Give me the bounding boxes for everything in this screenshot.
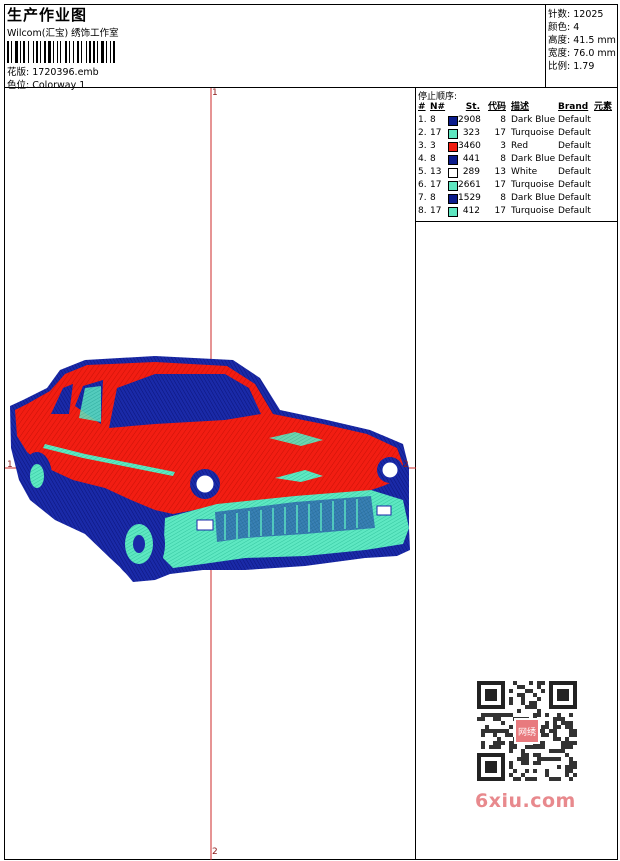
stop-row: 2. 17 323 17 Turquoise Default bbox=[416, 127, 618, 140]
color-swatch bbox=[448, 207, 458, 217]
thread-description: Dark Blue bbox=[511, 193, 556, 203]
stitch-count: 2908 bbox=[458, 115, 481, 125]
design-canvas: 1 2 1 2 bbox=[5, 88, 416, 860]
thread-code: 17 bbox=[494, 128, 506, 138]
stitch-count: 323 bbox=[462, 128, 480, 138]
color-swatch bbox=[448, 194, 458, 204]
header-info: 生产作业图 Wilcom(汇宝) 绣饰工作室 花版: 1720396.emb 色… bbox=[5, 5, 546, 91]
thread-brand: Default bbox=[558, 141, 591, 151]
stop-row: 5. 13 289 13 White Default bbox=[416, 166, 618, 179]
thread-brand: Default bbox=[558, 193, 591, 203]
thread-description: Red bbox=[511, 141, 529, 151]
marker-top: 1 bbox=[212, 88, 218, 98]
stop-number: 1. bbox=[418, 115, 427, 125]
stop-row: 6. 17 2661 17 Turquoise Default bbox=[416, 179, 618, 192]
stitch-count: 1529 bbox=[458, 193, 481, 203]
needle-number: 3 bbox=[430, 141, 436, 151]
stop-number: 7. bbox=[418, 193, 427, 203]
stop-sequence-table: 停止顺序: # N# St. 代码 描述 Brand 元素 1. 8 2908 8 Da… bbox=[416, 88, 618, 222]
color-swatch bbox=[448, 155, 458, 165]
col-needle: N# bbox=[430, 102, 446, 112]
color-swatch bbox=[448, 116, 458, 126]
stop-number: 2. bbox=[418, 128, 427, 138]
stop-number: 6. bbox=[418, 180, 427, 190]
thread-code: 13 bbox=[494, 167, 506, 177]
col-brand: Brand bbox=[558, 102, 589, 112]
thread-code: 17 bbox=[494, 206, 506, 216]
embroidery-preview bbox=[5, 88, 416, 860]
stitch-count: 289 bbox=[462, 167, 480, 177]
needle-number: 17 bbox=[430, 206, 442, 216]
marker-right: 2 bbox=[403, 460, 409, 470]
thread-code: 17 bbox=[494, 180, 506, 190]
stop-row: 7. 8 1529 8 Dark Blue Default bbox=[416, 192, 618, 205]
needle-number: 8 bbox=[430, 193, 436, 203]
thread-code: 3 bbox=[500, 141, 506, 151]
stitch-count: 441 bbox=[462, 154, 480, 164]
stop-row: 8. 17 412 17 Turquoise Default bbox=[416, 205, 618, 218]
stop-row: 1. 8 2908 8 Dark Blue Default bbox=[416, 114, 618, 127]
color-swatch bbox=[448, 168, 458, 178]
thread-brand: Default bbox=[558, 128, 591, 138]
stitch-count: 3460 bbox=[458, 141, 481, 151]
col-description: 描述 bbox=[511, 102, 530, 112]
col-element: 元素 bbox=[594, 102, 613, 112]
color-swatch bbox=[448, 129, 458, 139]
marker-bottom: 2 bbox=[212, 847, 218, 857]
car-embroidery bbox=[10, 356, 410, 582]
stop-number: 4. bbox=[418, 154, 427, 164]
page-title: 生产作业图 bbox=[7, 6, 88, 24]
stop-row: 4. 8 441 8 Dark Blue Default bbox=[416, 153, 618, 166]
design-specs: 针数: 12025 颜色: 4 高度: 41.5 mm 宽度: 76.0 mm … bbox=[546, 5, 618, 88]
stop-table-header: # N# St. 代码 描述 Brand 元素 bbox=[416, 101, 618, 114]
thread-brand: Default bbox=[558, 154, 591, 164]
barcode-icon bbox=[7, 41, 115, 63]
color-swatch bbox=[448, 142, 458, 152]
stop-number: 5. bbox=[418, 167, 427, 177]
needle-number: 17 bbox=[430, 180, 442, 190]
thread-description: Turquoise bbox=[511, 180, 555, 190]
needle-number: 8 bbox=[430, 115, 436, 125]
qr-code-icon: 网绣 bbox=[477, 681, 577, 781]
thread-brand: Default bbox=[558, 115, 591, 125]
design-file: 花版: 1720396.emb bbox=[7, 64, 99, 78]
stop-number: 8. bbox=[418, 206, 427, 216]
thread-description: White bbox=[511, 167, 538, 177]
thread-description: Dark Blue bbox=[511, 154, 556, 164]
thread-brand: Default bbox=[558, 206, 591, 216]
thread-description: Dark Blue bbox=[511, 115, 556, 125]
stop-number: 3. bbox=[418, 141, 427, 151]
thread-code: 8 bbox=[500, 154, 506, 164]
site-watermark: 6xiu.com bbox=[475, 790, 576, 812]
thread-code: 8 bbox=[500, 193, 506, 203]
col-stitches: St. bbox=[465, 102, 480, 112]
col-code: 代码 bbox=[487, 102, 506, 112]
needle-number: 17 bbox=[430, 128, 442, 138]
color-swatch bbox=[448, 181, 458, 191]
stitch-count: 2661 bbox=[458, 180, 481, 190]
needle-number: 8 bbox=[430, 154, 436, 164]
thread-description: Turquoise bbox=[511, 206, 555, 216]
stop-row: 3. 3 3460 3 Red Default bbox=[416, 140, 618, 153]
qr-stamp-text: 网绣 bbox=[518, 726, 536, 738]
thread-code: 8 bbox=[500, 115, 506, 125]
company-name: Wilcom(汇宝) 绣饰工作室 bbox=[7, 28, 119, 39]
spec-height: 高度: 41.5 mm bbox=[548, 35, 616, 46]
thread-brand: Default bbox=[558, 180, 591, 190]
thread-description: Turquoise bbox=[511, 128, 555, 138]
thread-brand: Default bbox=[558, 167, 591, 177]
col-stop: # bbox=[418, 102, 426, 112]
needle-number: 13 bbox=[430, 167, 442, 177]
stitch-count: 412 bbox=[462, 206, 480, 216]
spec-ratio: 比例: 1.79 bbox=[548, 61, 595, 72]
marker-left: 1 bbox=[7, 460, 13, 470]
spec-colors: 颜色: 4 bbox=[548, 22, 580, 33]
spec-stitches: 针数: 12025 bbox=[548, 9, 604, 20]
spec-width: 宽度: 76.0 mm bbox=[548, 48, 616, 59]
